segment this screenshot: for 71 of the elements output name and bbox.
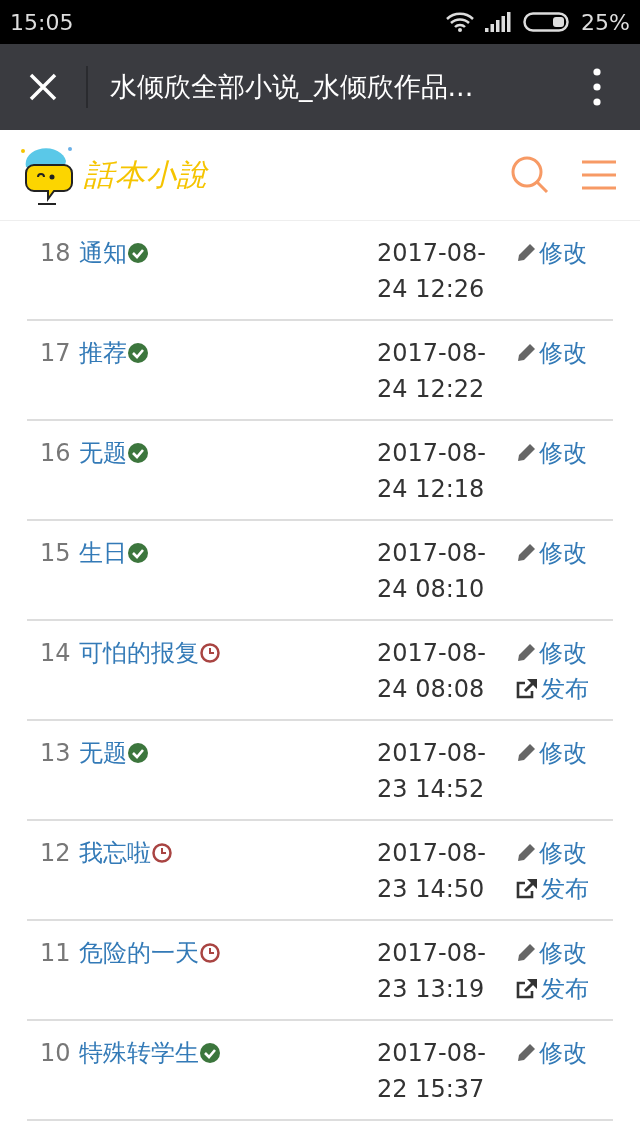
search-button[interactable]: [510, 155, 550, 195]
edit-link[interactable]: 修改: [515, 535, 613, 571]
edit-link[interactable]: 修改: [515, 1035, 613, 1071]
chapter-title-link[interactable]: 生日: [78, 535, 127, 571]
edit-link[interactable]: 修改: [515, 935, 613, 971]
chapter-date: 2017-08- 23 14:52: [377, 738, 487, 805]
chapter-title-link[interactable]: 通知: [78, 235, 127, 271]
pencil-icon: [515, 242, 537, 264]
chapter-date: 2017-08- 24 12:18: [377, 438, 487, 505]
chapter-title-link[interactable]: 无题: [78, 735, 127, 771]
external-link-icon: [515, 878, 539, 900]
search-icon: [510, 155, 550, 195]
publish-link[interactable]: 发布: [515, 871, 613, 907]
chapter-date: 2017-08- 24 08:08: [377, 638, 487, 705]
chapter-title-link[interactable]: 无题: [78, 435, 127, 471]
pencil-icon: [515, 842, 537, 864]
close-icon: [28, 72, 58, 102]
chapter-number: 14: [40, 638, 71, 669]
more-icon: [593, 68, 601, 106]
pencil-icon: [515, 542, 537, 564]
edit-link[interactable]: 修改: [515, 635, 613, 671]
chapter-title-link[interactable]: 可怕的报复: [78, 635, 199, 671]
external-link-icon: [515, 678, 539, 700]
clock-icon: [198, 942, 221, 964]
check-circle-icon: [126, 242, 149, 264]
window-title: 水倾欣全部小说_水倾欣作品...: [110, 70, 475, 104]
clock-icon: [198, 642, 221, 664]
chapter-number: 15: [40, 538, 71, 569]
check-circle-icon: [126, 342, 149, 364]
chapter-number: 12: [40, 838, 71, 869]
clock-icon: [150, 842, 173, 864]
check-circle-icon: [126, 442, 149, 464]
chapter-date: 2017-08- 24 12:22: [377, 338, 487, 405]
battery-icon: [523, 11, 572, 33]
pencil-icon: [515, 942, 537, 964]
publish-link[interactable]: 发布: [515, 971, 613, 1007]
chapter-title-link[interactable]: 我忘啦: [78, 835, 151, 871]
menu-icon: [582, 160, 616, 190]
chapter-number: 18: [40, 238, 71, 269]
edit-link[interactable]: 修改: [515, 235, 613, 271]
pencil-icon: [515, 1042, 537, 1064]
pencil-icon: [515, 642, 537, 664]
chapter-date: 2017-08- 23 13:19: [377, 938, 487, 1005]
chapter-date: 2017-08- 24 12:26: [377, 238, 487, 305]
chapter-number: 11: [40, 938, 71, 969]
check-circle-icon: [126, 742, 149, 764]
chapter-number: 13: [40, 738, 71, 769]
chapter-title-link[interactable]: 危险的一天: [78, 935, 199, 971]
status-time: 15:05: [10, 9, 74, 35]
chapter-title-link[interactable]: 推荐: [78, 335, 127, 371]
publish-link[interactable]: 发布: [515, 671, 613, 707]
check-circle-icon: [198, 1042, 221, 1064]
check-circle-icon: [126, 542, 149, 564]
chapter-number: 16: [40, 438, 71, 469]
edit-link[interactable]: 修改: [515, 735, 613, 771]
edit-link[interactable]: 修改: [515, 835, 613, 871]
pencil-icon: [515, 342, 537, 364]
chapter-date: 2017-08- 22 15:37: [377, 1038, 487, 1105]
chapter-date: 2017-08- 23 14:50: [377, 838, 487, 905]
chapter-date: 2017-08- 24 08:10: [377, 538, 487, 605]
chapter-number: 10: [40, 1038, 71, 1069]
chapter-title-link[interactable]: 特殊转学生: [78, 1035, 199, 1071]
pencil-icon: [515, 742, 537, 764]
chapter-number: 17: [40, 338, 71, 369]
battery-percent: 25%: [581, 9, 630, 35]
edit-link[interactable]: 修改: [515, 435, 613, 471]
signal-icon: [485, 12, 514, 32]
external-link-icon: [515, 978, 539, 1000]
pencil-icon: [515, 442, 537, 464]
edit-link[interactable]: 修改: [515, 335, 613, 371]
wifi-icon: [445, 11, 476, 33]
